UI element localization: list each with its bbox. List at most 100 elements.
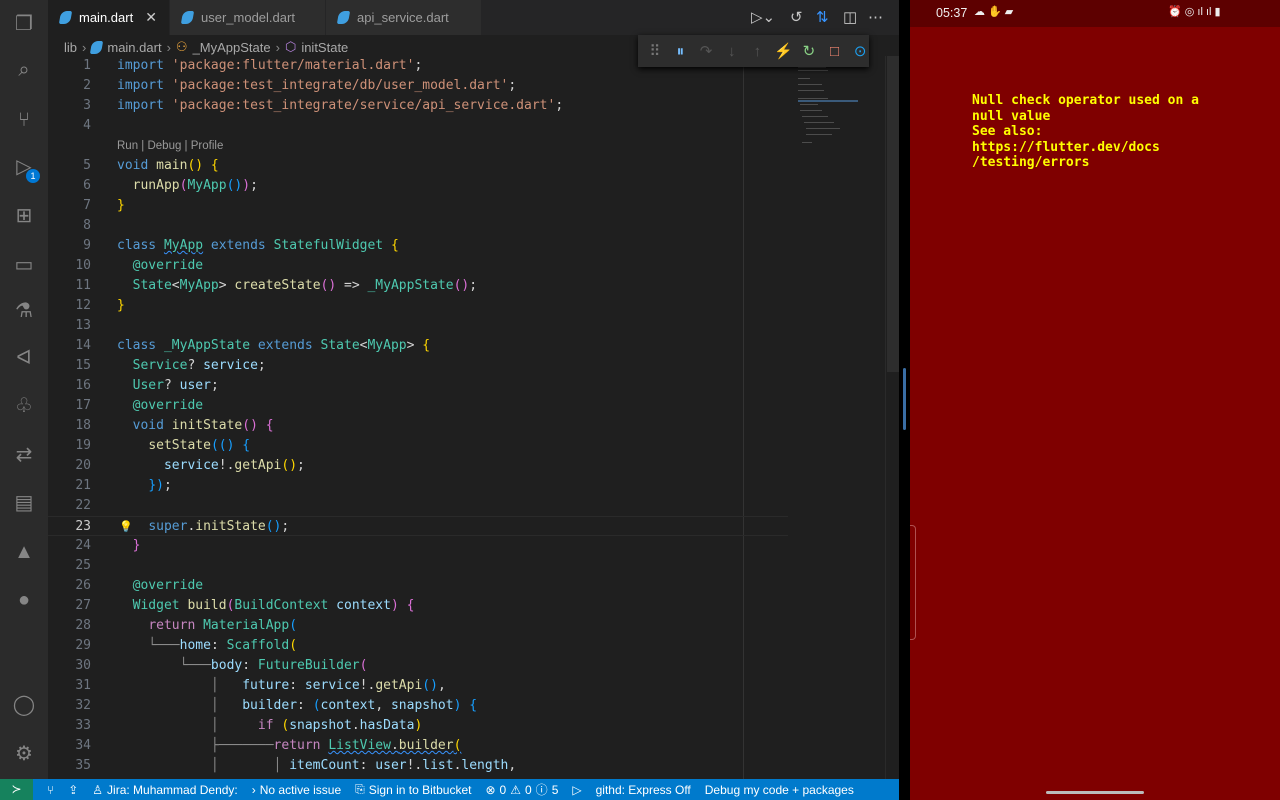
breadcrumb-method[interactable]: initState	[301, 40, 348, 55]
sync-icon[interactable]: ⇄	[12, 443, 36, 467]
line-number: 2	[83, 78, 91, 93]
line-text: │ │ itemCount: user!.list.length,	[117, 756, 516, 776]
line-number: 13	[75, 318, 91, 333]
code-line: 28 return MaterialApp(	[48, 616, 788, 636]
breadcrumb-file[interactable]: main.dart	[107, 40, 161, 55]
github-icon[interactable]: ●	[12, 588, 36, 612]
line-text: service!.getApi();	[117, 456, 305, 476]
code-token: Scaffold	[226, 638, 290, 653]
bitbucket-signin[interactable]: ⎘ Sign in to Bitbucket	[355, 782, 471, 797]
resize-handle[interactable]	[903, 368, 906, 430]
code-token: ListView	[328, 738, 391, 753]
source-control-icon[interactable]: ⑂	[12, 108, 36, 132]
drag-handle-icon[interactable]: ⠿	[646, 42, 664, 60]
line-number: 27	[75, 598, 91, 613]
split-editor-icon[interactable]: ◫	[843, 8, 857, 26]
tab-api-service-dart[interactable]: api_service.dart	[326, 0, 481, 35]
account-icon[interactable]: ◯	[12, 693, 36, 717]
azure-icon[interactable]: ▲	[12, 540, 36, 564]
step-into-icon[interactable]: ↓	[723, 43, 741, 60]
timeline-icon[interactable]: ↺	[790, 8, 803, 26]
minimap[interactable]	[798, 62, 858, 152]
code-line: 2 import 'package:test_integrate/db/user_…	[48, 76, 788, 96]
code-token: context	[320, 698, 376, 713]
problems-indicator[interactable]: ⊗ 0 ⚠ 0 ⓘ 5	[485, 781, 558, 798]
tab-main-dart[interactable]: main.dart ✕	[48, 0, 169, 35]
code-token: return	[273, 738, 329, 753]
notes-icon[interactable]: ▤	[12, 491, 36, 515]
code-token: ()	[226, 178, 243, 193]
publish-icon[interactable]: ⇪	[68, 783, 78, 797]
line-text: @override	[117, 576, 203, 596]
code-token: (() {	[210, 438, 251, 453]
branch-icon[interactable]: ⑂	[47, 783, 54, 797]
code-token: ;	[257, 358, 266, 373]
breadcrumb-lib[interactable]: lib	[64, 40, 77, 55]
explorer-icon[interactable]: ❐	[12, 12, 36, 36]
code-line: 34 ├───────return ListView.builder(	[48, 736, 788, 756]
line-text: return MaterialApp(	[117, 616, 297, 636]
debug-status-icon[interactable]: ▷	[572, 783, 581, 797]
code-token: │	[117, 678, 243, 693]
tree-icon[interactable]: ♧	[12, 394, 36, 418]
codelens-run-debug-profile[interactable]: Run | Debug | Profile	[117, 136, 223, 156]
hot-reload-icon[interactable]: ⚡	[774, 42, 793, 60]
line-number: 6	[83, 178, 91, 193]
step-out-icon[interactable]: ↑	[749, 43, 767, 60]
code-token: ?	[163, 378, 180, 393]
code-token: <	[171, 278, 180, 293]
editor-tabs: main.dart ✕ user_model.dart api_service.d…	[48, 0, 899, 35]
flutter-icon[interactable]: ᐊ	[12, 346, 36, 370]
code-line: 15 Service? service;	[48, 356, 788, 376]
more-actions-icon[interactable]: ⋯	[868, 8, 883, 26]
line-text: import 'package:test_integrate/db/user_m…	[117, 76, 516, 96]
breadcrumb-class[interactable]: _MyAppState	[193, 40, 271, 55]
code-token: !.	[406, 758, 423, 773]
hot-restart-icon[interactable]: ↻	[800, 42, 818, 60]
code-token: ├───────	[117, 738, 274, 753]
step-over-icon[interactable]: ↷	[697, 42, 715, 60]
system-status-icons: ⏰ ◎ ıl ıl ▮	[1168, 6, 1221, 18]
code-token: State	[132, 278, 172, 293]
code-line: 11 State<MyApp> createState() => _MyAppS…	[48, 276, 788, 296]
chevron-right-icon: ›	[251, 782, 256, 797]
lightbulb-icon[interactable]: 💡	[119, 517, 133, 537]
scroll-thumb[interactable]	[887, 56, 899, 372]
tab-user-model-dart[interactable]: user_model.dart	[170, 0, 325, 35]
code-token: {	[422, 338, 431, 353]
extensions-icon[interactable]: ⊞	[12, 204, 36, 228]
debug-toolbar: ⠿ ⏸ ↷ ↓ ↑ ⚡ ↻ □ ⊙	[638, 35, 869, 67]
code-line: 31 │ future: service!.getApi(),	[48, 676, 788, 696]
code-token: >	[406, 338, 423, 353]
run-debug-dropdown-icon[interactable]: ▷⌄	[751, 8, 775, 26]
code-token: ,	[508, 758, 517, 773]
code-token: )	[414, 718, 423, 733]
sync-changes-icon[interactable]: ⇅	[816, 8, 829, 26]
home-gesture-bar[interactable]	[1046, 791, 1144, 794]
jira-issue[interactable]: › No active issue	[252, 783, 341, 797]
githd-status[interactable]: githd: Express Off	[596, 783, 691, 797]
tab-label: api_service.dart	[357, 10, 449, 25]
code-token: !.	[359, 678, 376, 693]
info-count: 5	[551, 782, 559, 797]
code-token: {	[390, 238, 399, 253]
close-icon[interactable]: ✕	[145, 9, 157, 26]
pause-icon[interactable]: ⏸	[672, 43, 690, 60]
line-number: 15	[75, 358, 91, 373]
devtools-icon[interactable]: ⊙	[851, 42, 869, 60]
stop-icon[interactable]: □	[826, 43, 844, 60]
code-editor[interactable]: 1 import 'package:flutter/material.dart';…	[48, 56, 788, 776]
debug-mode-status[interactable]: Debug my code + packages	[705, 783, 854, 797]
testing-icon[interactable]: ⚗	[12, 299, 36, 323]
side-edge-panel[interactable]	[910, 525, 916, 640]
search-icon[interactable]: ⌕	[12, 58, 36, 82]
remote-explorer-icon[interactable]: ▭	[12, 253, 36, 277]
jira-user[interactable]: ♙ Jira: Muhammad Dendy:	[92, 783, 237, 797]
settings-gear-icon[interactable]: ⚙	[12, 742, 36, 766]
remote-indicator-icon[interactable]: ≻	[0, 779, 33, 800]
code-line: 23 super.initState(); 💡	[48, 516, 788, 536]
notification-icons: ☁ ✋ ▰	[974, 6, 1014, 18]
code-line: 30 └───body: FutureBuilder(	[48, 656, 788, 676]
